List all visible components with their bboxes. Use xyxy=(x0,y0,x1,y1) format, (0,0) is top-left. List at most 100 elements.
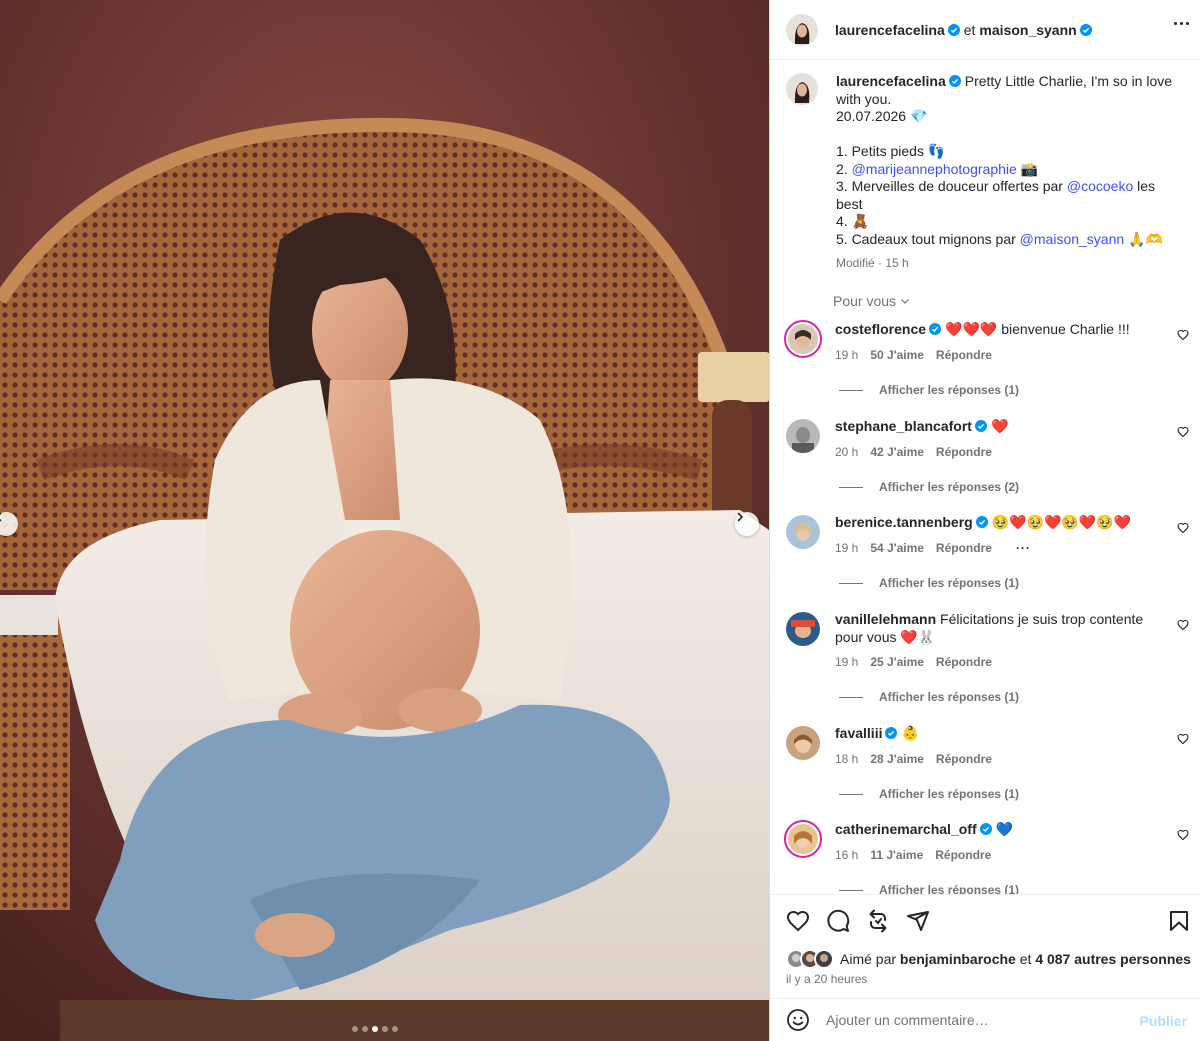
view-replies-button[interactable]: Afficher les réponses (1) xyxy=(839,383,1019,397)
comment-time: 19 h xyxy=(835,348,859,362)
collaborator-username[interactable]: maison_syann xyxy=(979,22,1076,38)
comment-likes[interactable]: 28 J'aime xyxy=(870,752,924,766)
reply-button[interactable]: Répondre xyxy=(936,445,992,459)
comment-likes[interactable]: 42 J'aime xyxy=(870,445,924,459)
verified-icon xyxy=(885,727,898,739)
comment-time: 20 h xyxy=(835,445,859,459)
mention-link[interactable]: @marijeannephotographie xyxy=(852,161,1017,177)
author-avatar[interactable] xyxy=(786,13,818,46)
reply-button[interactable]: Répondre xyxy=(936,348,992,362)
more-options-icon[interactable] xyxy=(1174,22,1189,25)
heart-icon[interactable] xyxy=(1177,733,1189,745)
repost-icon[interactable] xyxy=(866,909,890,933)
comment-meta: 20 h 42 J'aime Répondre xyxy=(835,445,992,459)
commenter-avatar[interactable] xyxy=(786,726,820,760)
bookmark-icon[interactable] xyxy=(1167,909,1191,933)
comment-text: 💙 xyxy=(995,821,1014,837)
post-photo-illustration xyxy=(0,0,769,1041)
caption-line: 2. @marijeannephotographie 📸 xyxy=(836,160,1039,177)
commenter-username[interactable]: favalliii xyxy=(835,725,882,741)
comment-time: 19 h xyxy=(835,655,859,669)
comment-icon[interactable] xyxy=(826,909,850,933)
comment-likes[interactable]: 11 J'aime xyxy=(870,848,923,862)
view-replies-button[interactable]: Afficher les réponses (2) xyxy=(839,480,1019,494)
carousel-indicator xyxy=(352,1026,398,1032)
caption-line: 4. 🧸 xyxy=(836,213,869,229)
view-replies-button[interactable]: Afficher les réponses (1) xyxy=(839,576,1019,590)
commenter-avatar[interactable] xyxy=(786,612,820,646)
verified-icon xyxy=(975,516,988,528)
post-header: laurencefacelina et maison_syann xyxy=(770,0,1200,60)
commenter-avatar[interactable] xyxy=(786,515,820,549)
verified-icon xyxy=(979,823,992,835)
chevron-left-icon xyxy=(0,512,2,522)
liker-username[interactable]: benjaminbaroche xyxy=(900,951,1016,967)
carousel-dot xyxy=(382,1026,388,1032)
heart-icon[interactable] xyxy=(1177,426,1189,438)
commenter-username[interactable]: berenice.tannenberg xyxy=(835,514,973,530)
verified-icon xyxy=(948,75,961,87)
caption-author-avatar[interactable] xyxy=(786,73,818,105)
comment-likes[interactable]: 50 J'aime xyxy=(870,348,924,362)
post-timestamp[interactable]: il y a 20 heures xyxy=(786,972,867,986)
likes-others-count[interactable]: 4 087 autres personnes xyxy=(1035,951,1191,967)
comment-meta: 16 h 11 J'aime Répondre xyxy=(835,848,991,862)
mention-link[interactable]: @cocoeko xyxy=(1067,178,1133,194)
carousel-dot xyxy=(362,1026,368,1032)
verified-icon xyxy=(974,420,987,432)
commenter-username[interactable]: stephane_blancafort xyxy=(835,418,972,434)
emoji-icon[interactable] xyxy=(786,1008,810,1032)
comment-more-button[interactable]: ··· xyxy=(1016,541,1031,555)
comment-time: 19 h xyxy=(835,541,859,555)
reply-button[interactable]: Répondre xyxy=(936,541,992,555)
view-replies-button[interactable]: Afficher les réponses (1) xyxy=(839,690,1019,704)
heart-icon[interactable] xyxy=(1177,329,1189,341)
author-username[interactable]: laurencefacelina xyxy=(835,22,945,38)
view-replies-button[interactable]: Afficher les réponses (1) xyxy=(839,787,1019,801)
commenter-avatar[interactable] xyxy=(786,419,820,453)
comment-item: vanillelehmann Félicitations je suis tro… xyxy=(784,610,1189,710)
heart-icon[interactable] xyxy=(1177,829,1189,841)
comment-item: stephane_blancafort ❤️ 20 h 42 J'aime Rép… xyxy=(784,417,1189,501)
reply-button[interactable]: Répondre xyxy=(936,655,992,669)
commenter-avatar[interactable] xyxy=(784,320,822,358)
caption-line: 20.07.2026 💎 xyxy=(836,108,928,124)
comment-likes[interactable]: 54 J'aime xyxy=(870,541,924,555)
add-comment-bar: Publier xyxy=(770,998,1200,1041)
post-actions: Aimé par benjaminbaroche et 4 087 autres… xyxy=(770,894,1200,998)
caption-line: 1. Petits pieds 👣 xyxy=(836,143,946,159)
mention-link[interactable]: @maison_syann xyxy=(1020,231,1125,247)
heart-icon[interactable] xyxy=(786,909,810,933)
reply-button[interactable]: Répondre xyxy=(936,752,992,766)
carousel-next-button[interactable] xyxy=(735,512,759,536)
heart-icon[interactable] xyxy=(1177,522,1189,534)
comment-meta: 19 h 50 J'aime Répondre xyxy=(835,348,992,362)
publish-button[interactable]: Publier xyxy=(1140,1013,1187,1029)
comment-likes[interactable]: 25 J'aime xyxy=(870,655,924,669)
comment-sort-dropdown[interactable]: Pour vous xyxy=(833,293,910,309)
authors-connector: et xyxy=(963,21,976,38)
verified-icon xyxy=(929,323,942,335)
verified-icon xyxy=(947,23,960,36)
post-side-panel: laurencefacelina et maison_syann laurenc… xyxy=(769,0,1200,1041)
comment-meta: 19 h 25 J'aime Répondre xyxy=(835,655,992,669)
caption-meta: Modifié · 15 h xyxy=(836,256,909,270)
commenter-username[interactable]: catherinemarchal_off xyxy=(835,821,977,837)
commenter-username[interactable]: costeflorence xyxy=(835,321,926,337)
heart-icon[interactable] xyxy=(1177,619,1189,631)
commenter-avatar[interactable] xyxy=(784,820,822,858)
share-icon[interactable] xyxy=(906,909,930,933)
post-caption: laurencefacelina Pretty Little Charlie, I… xyxy=(786,73,1186,273)
likers-avatars[interactable] xyxy=(786,949,834,969)
comment-input[interactable] xyxy=(826,1012,1126,1028)
comment-item: berenice.tannenberg 🥹❤️🥹❤️🥹❤️🥹❤️ 19 h 54 … xyxy=(784,513,1189,597)
comment-text: ❤️❤️❤️ bienvenue Charlie !!! xyxy=(945,321,1130,337)
comment-text: 👶 xyxy=(901,725,919,741)
comments-scroll-area[interactable]: laurencefacelina Pretty Little Charlie, I… xyxy=(770,61,1200,894)
action-icon-row xyxy=(786,909,930,933)
commenter-username[interactable]: vanillelehmann xyxy=(835,611,936,627)
caption-username[interactable]: laurencefacelina xyxy=(836,73,946,89)
view-replies-button[interactable]: Afficher les réponses (1) xyxy=(839,883,1019,894)
reply-button[interactable]: Répondre xyxy=(935,848,991,862)
